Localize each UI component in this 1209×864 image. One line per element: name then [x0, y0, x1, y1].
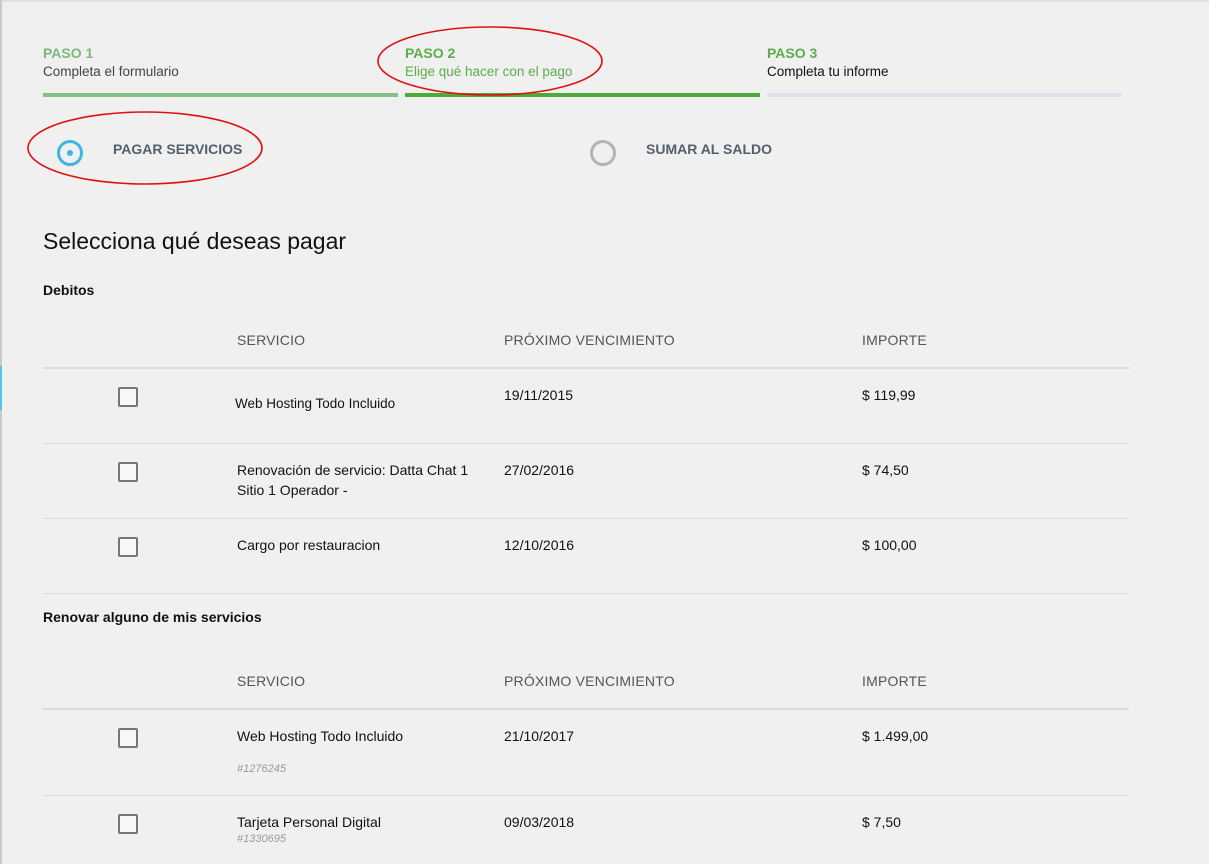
- step-2-description: Elige qué hacer con el pago: [405, 64, 573, 79]
- left-border: [0, 0, 2, 864]
- row-due-date: 19/11/2015: [504, 387, 574, 403]
- pagar-servicios-radio[interactable]: [57, 140, 83, 166]
- radio-selected-dot: [67, 150, 73, 156]
- renovar-col-due: PRÓXIMO VENCIMIENTO: [504, 673, 675, 689]
- step-3: PASO 3 Completa tu informe: [767, 45, 1122, 97]
- row-service: Web Hosting Todo Incluido: [235, 396, 396, 411]
- row-service: Tarjeta Personal Digital: [237, 814, 381, 830]
- row-amount: $ 7,50: [862, 814, 901, 830]
- step-2: PASO 2 Elige qué hacer con el pago: [405, 45, 760, 97]
- row-due-date: 09/03/2018: [504, 814, 575, 830]
- row-checkbox[interactable]: [118, 728, 138, 748]
- renovar-col-amount: IMPORTE: [862, 673, 927, 689]
- row-service-id: #1276245: [237, 763, 286, 775]
- sumar-al-saldo-label[interactable]: SUMAR AL SALDO: [646, 141, 772, 157]
- scroll-indicator: [0, 366, 2, 410]
- row-due-date: 12/10/2016: [504, 537, 575, 553]
- row-service: Web Hosting Todo Incluido: [237, 728, 404, 744]
- renovar-col-service: SERVICIO: [237, 673, 306, 689]
- debitos-col-amount: IMPORTE: [862, 332, 927, 348]
- step-1-description: Completa el formulario: [43, 64, 179, 79]
- row-divider: [43, 443, 1129, 444]
- row-checkbox[interactable]: [118, 387, 138, 407]
- step-3-progress-bar: [767, 93, 1122, 97]
- row-service: Renovación de servicio: Datta Chat 1 Sit…: [237, 462, 469, 498]
- page-heading: Selecciona qué deseas pagar: [43, 228, 347, 254]
- renovar-section-title: Renovar alguno de mis servicios: [43, 609, 262, 625]
- row-amount: $ 1.499,00: [862, 728, 929, 744]
- row-amount: $ 100,00: [862, 537, 917, 553]
- row-divider: [43, 518, 1129, 519]
- row-due-date: 21/10/2017: [504, 728, 575, 744]
- row-amount: $ 74,50: [862, 462, 909, 478]
- row-checkbox[interactable]: [118, 814, 138, 834]
- step-2-label: PASO 2: [405, 45, 456, 61]
- debitos-col-due: PRÓXIMO VENCIMIENTO: [504, 332, 675, 348]
- row-checkbox[interactable]: [118, 462, 138, 482]
- step-3-label: PASO 3: [767, 45, 818, 61]
- debitos-header-divider: [43, 367, 1129, 369]
- step-3-description: Completa tu informe: [767, 64, 889, 79]
- row-amount: $ 119,99: [862, 387, 916, 403]
- row-divider: [43, 795, 1129, 796]
- debitos-col-service: SERVICIO: [237, 332, 306, 348]
- pagar-servicios-label[interactable]: PAGAR SERVICIOS: [113, 141, 242, 157]
- row-due-date: 27/02/2016: [504, 462, 575, 478]
- step-2-progress-bar: [405, 93, 760, 97]
- row-checkbox[interactable]: [118, 537, 138, 557]
- row-divider: [43, 593, 1129, 594]
- row-service-id: #1330695: [237, 833, 286, 845]
- renovar-header-divider: [43, 708, 1129, 710]
- debitos-section-title: Debitos: [43, 282, 95, 298]
- step-1-progress-bar: [43, 93, 398, 97]
- step-1: PASO 1 Completa el formulario: [43, 45, 398, 97]
- sumar-al-saldo-radio[interactable]: [590, 140, 616, 166]
- step-1-label: PASO 1: [43, 45, 94, 61]
- row-service: Cargo por restauracion: [237, 537, 381, 553]
- top-border: [0, 0, 1209, 2]
